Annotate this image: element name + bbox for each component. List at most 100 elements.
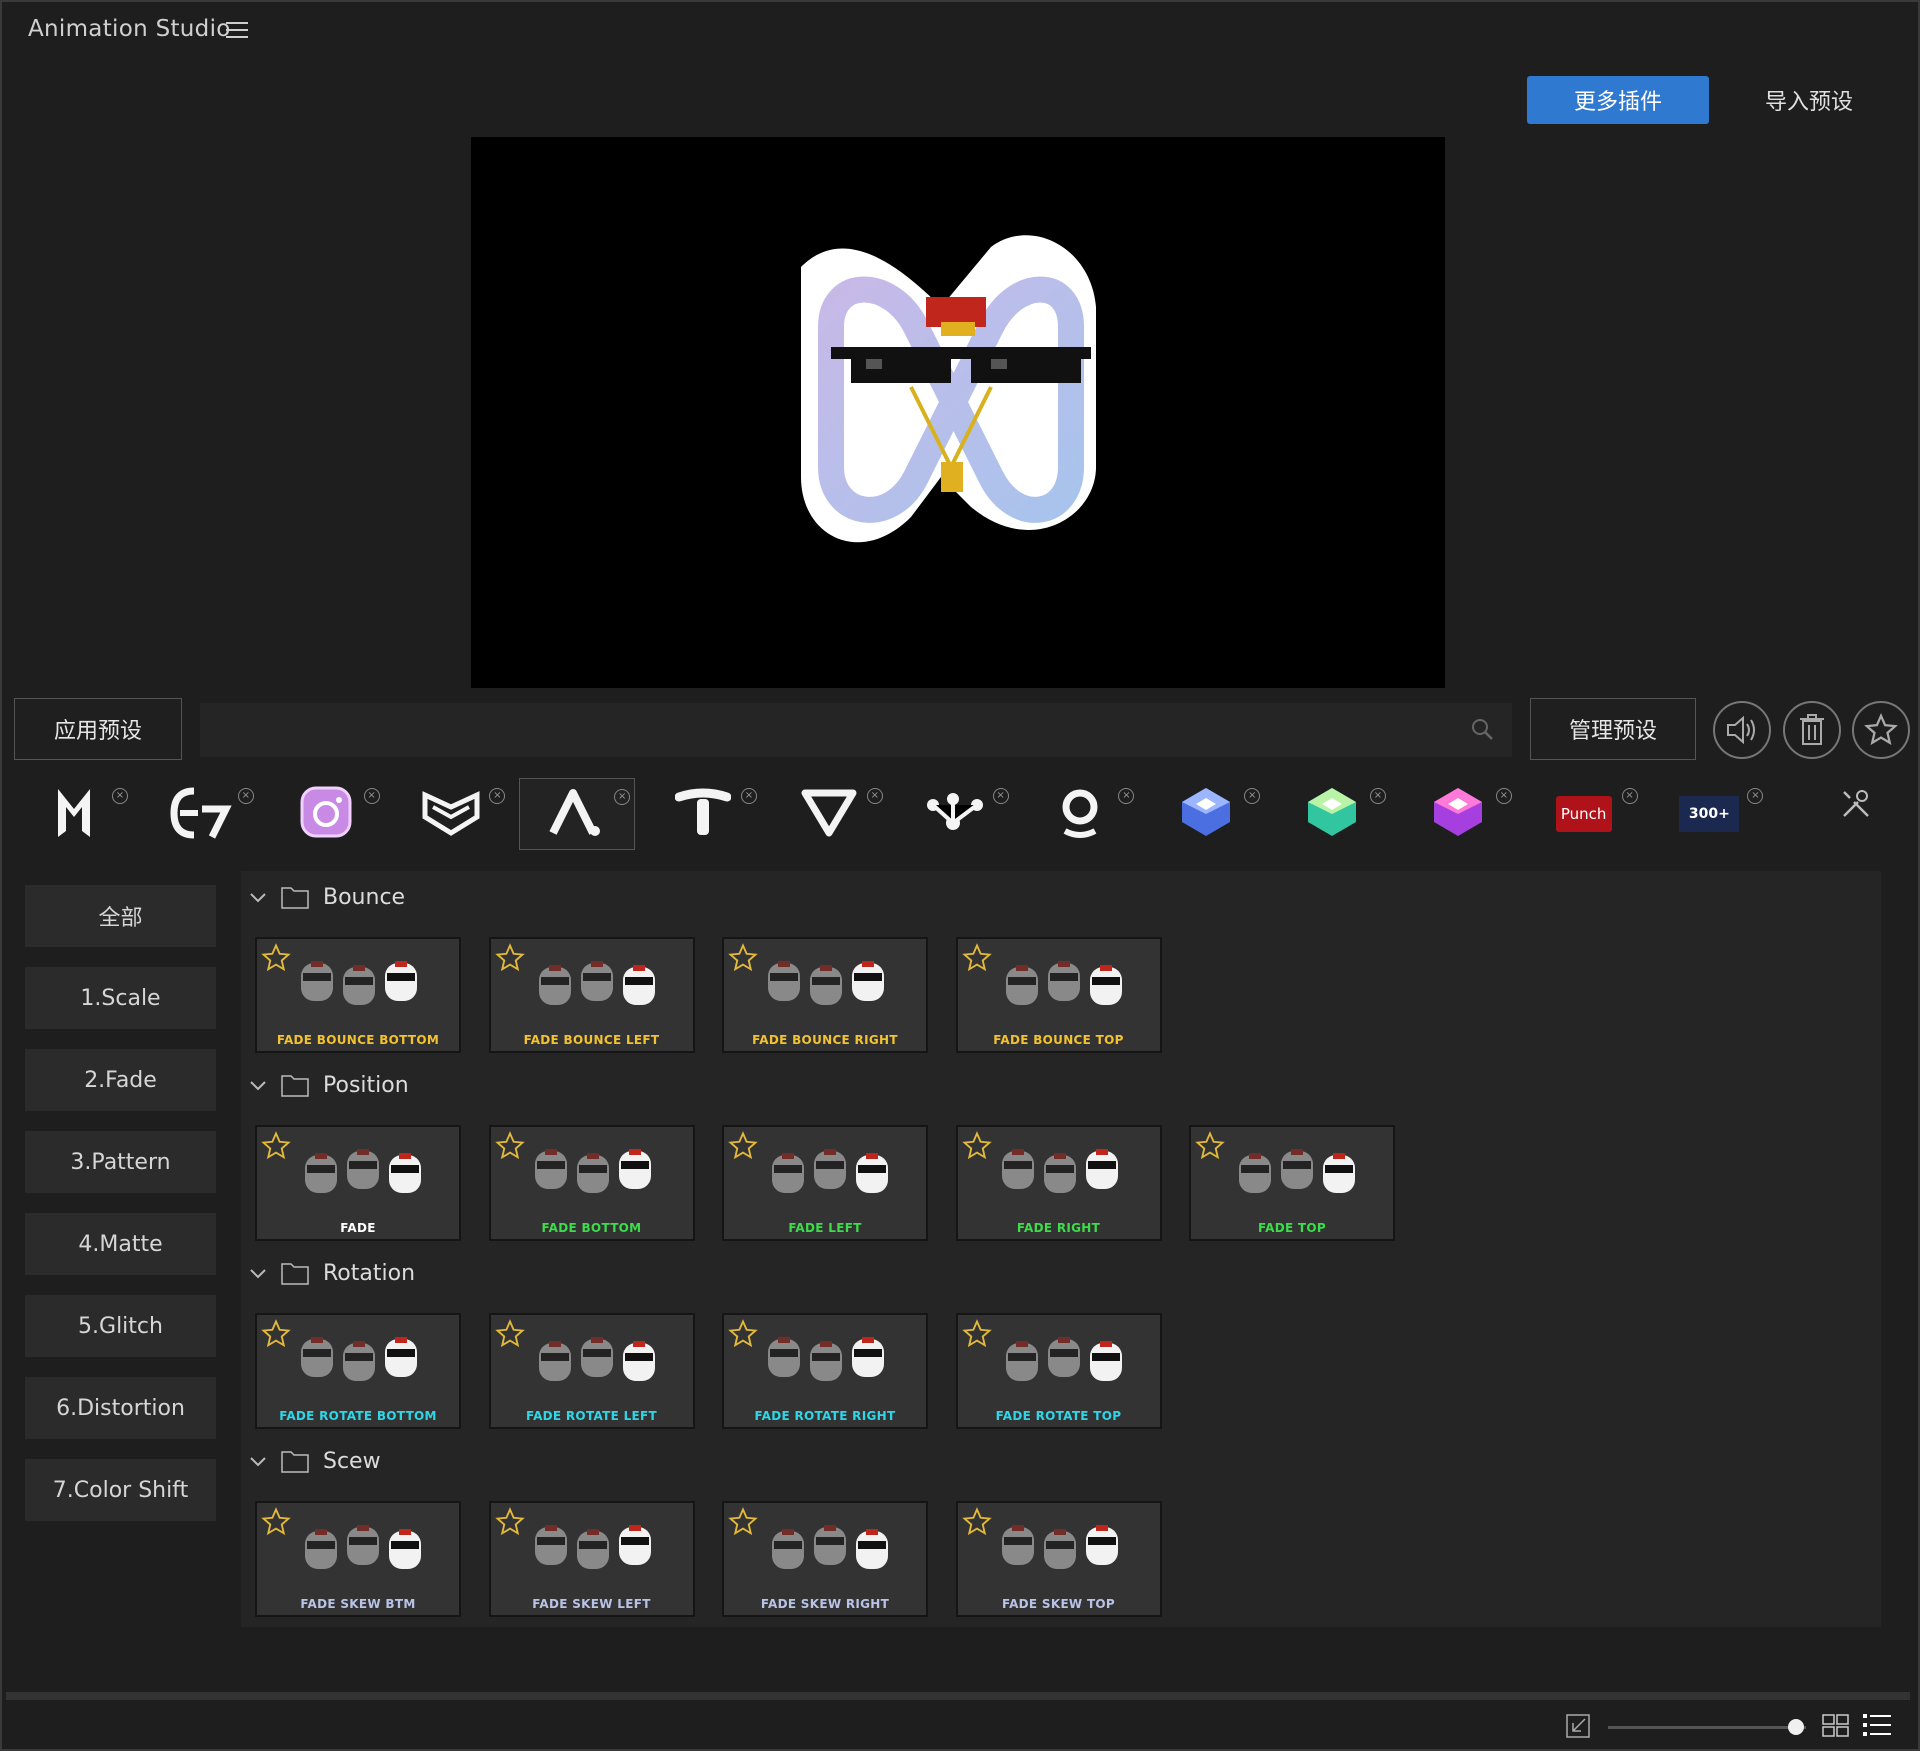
plugin-tab-blue-cube[interactable]: × <box>1148 778 1264 850</box>
star-icon[interactable] <box>728 1131 758 1161</box>
category-item[interactable]: 4.Matte <box>25 1213 216 1275</box>
favorite-button[interactable] <box>1852 701 1910 759</box>
star-icon[interactable] <box>261 1319 291 1349</box>
star-icon[interactable] <box>961 1131 992 1161</box>
plugin-tab-nodes-logo[interactable]: × <box>897 778 1013 850</box>
plugin-tab-camera-logo[interactable]: × <box>268 778 384 850</box>
category-item[interactable]: 2.Fade <box>25 1049 216 1111</box>
list-view-icon[interactable] <box>1862 1712 1892 1738</box>
group-header[interactable]: Scew <box>249 1445 381 1477</box>
star-icon[interactable] <box>261 1507 291 1537</box>
category-item[interactable]: 6.Distortion <box>25 1377 216 1439</box>
preset-card[interactable]: FADE BOUNCE TOP <box>955 937 1162 1053</box>
preset-card[interactable]: FADE ROTATE TOP <box>955 1313 1162 1429</box>
preset-label: FADE <box>340 1221 376 1235</box>
plugin-tab-a-logo[interactable]: × <box>519 778 636 850</box>
search-input[interactable] <box>200 703 1512 757</box>
preset-card[interactable]: FADE ROTATE LEFT <box>488 1313 695 1429</box>
preset-card[interactable]: FADE BOUNCE BOTTOM <box>255 937 461 1053</box>
preset-card[interactable]: FADE BOUNCE LEFT <box>488 937 695 1053</box>
star-icon[interactable] <box>1195 1131 1225 1161</box>
close-icon[interactable]: × <box>1747 788 1764 804</box>
chevron-down-icon[interactable] <box>249 888 267 906</box>
plugin-tab-purple-cube[interactable]: × <box>1400 778 1516 850</box>
nodes-logo-icon <box>923 789 987 839</box>
plugin-tab-300-transitions[interactable]: 300+ × <box>1651 778 1767 850</box>
close-icon[interactable]: × <box>1370 788 1386 804</box>
plugin-tab-m-logo[interactable]: × <box>16 778 132 850</box>
star-icon[interactable] <box>494 1131 525 1161</box>
preset-card[interactable]: FADE RIGHT <box>955 1125 1162 1241</box>
group-header[interactable]: Position <box>249 1069 409 1101</box>
preset-card[interactable]: FADE SKEW RIGHT <box>722 1501 928 1617</box>
preset-card[interactable]: FADE SKEW TOP <box>955 1501 1162 1617</box>
star-icon[interactable] <box>961 1507 992 1537</box>
star-icon[interactable] <box>728 1507 758 1537</box>
zoom-slider-handle[interactable] <box>1788 1719 1805 1735</box>
grid-view-icon[interactable] <box>1822 1714 1850 1738</box>
plugin-tab-e7-logo[interactable]: × <box>142 778 258 850</box>
close-icon[interactable]: × <box>1118 788 1135 804</box>
search-icon[interactable] <box>1470 717 1494 741</box>
shrink-icon[interactable] <box>1565 1713 1591 1739</box>
preset-card[interactable]: FADE SKEW LEFT <box>488 1501 695 1617</box>
group-header[interactable]: Rotation <box>249 1257 415 1289</box>
preset-card[interactable]: FADE SKEW BTM <box>255 1501 461 1617</box>
star-icon[interactable] <box>261 943 291 973</box>
close-icon[interactable]: × <box>112 788 128 804</box>
preset-card[interactable]: FADE ROTATE BOTTOM <box>255 1313 461 1429</box>
apply-preset-button[interactable]: 应用预设 <box>14 698 182 760</box>
close-icon[interactable]: × <box>614 789 631 805</box>
close-icon[interactable]: × <box>992 788 1009 804</box>
delete-button[interactable] <box>1783 701 1841 759</box>
blue-cube-icon <box>1176 782 1236 846</box>
horizontal-scrollbar[interactable] <box>6 1692 1910 1700</box>
star-icon[interactable] <box>961 943 992 973</box>
close-icon[interactable]: × <box>1244 788 1261 804</box>
manage-presets-button[interactable]: 管理预设 <box>1530 698 1696 760</box>
close-icon[interactable]: × <box>866 788 883 804</box>
close-icon[interactable]: × <box>489 788 506 804</box>
category-item[interactable]: 全部 <box>25 885 216 947</box>
plugin-tab-ring-logo[interactable]: × <box>1022 778 1138 850</box>
group-name: Scew <box>323 1448 381 1474</box>
star-icon[interactable] <box>728 1319 758 1349</box>
preset-card[interactable]: FADE <box>255 1125 461 1241</box>
import-preset-button[interactable]: 导入预设 <box>1744 76 1874 124</box>
preset-card[interactable]: FADE LEFT <box>722 1125 928 1241</box>
300-transitions-icon: 300+ <box>1679 796 1740 832</box>
star-icon[interactable] <box>494 943 525 973</box>
chevron-down-icon[interactable] <box>249 1264 267 1282</box>
preset-card[interactable]: FADE BOTTOM <box>488 1125 695 1241</box>
category-item[interactable]: 1.Scale <box>25 967 216 1029</box>
preset-card[interactable]: FADE BOUNCE RIGHT <box>722 937 928 1053</box>
star-icon[interactable] <box>494 1507 525 1537</box>
chevron-down-icon[interactable] <box>249 1452 267 1470</box>
zoom-slider[interactable] <box>1608 1726 1806 1729</box>
more-plugins-button[interactable]: 更多插件 <box>1527 76 1709 124</box>
category-item[interactable]: 5.Glitch <box>25 1295 216 1357</box>
tools-icon[interactable] <box>1840 788 1872 820</box>
close-icon[interactable]: × <box>237 788 254 804</box>
close-icon[interactable]: × <box>363 788 380 804</box>
volume-button[interactable] <box>1713 701 1771 759</box>
chevron-down-icon[interactable] <box>249 1076 267 1094</box>
hamburger-menu-icon[interactable] <box>226 22 248 40</box>
star-icon[interactable] <box>961 1319 992 1349</box>
star-icon[interactable] <box>494 1319 525 1349</box>
category-item[interactable]: 7.Color Shift <box>25 1459 216 1521</box>
star-icon[interactable] <box>728 943 758 973</box>
close-icon[interactable]: × <box>1621 788 1638 804</box>
plugin-tab-green-cube[interactable]: × <box>1274 778 1390 850</box>
group-header[interactable]: Bounce <box>249 881 405 913</box>
star-icon[interactable] <box>261 1131 291 1161</box>
close-icon[interactable]: × <box>741 788 757 804</box>
preset-card[interactable]: FADE ROTATE RIGHT <box>722 1313 928 1429</box>
plugin-tab-punch-logo[interactable]: Punch × <box>1526 778 1642 850</box>
plugin-tab-t-logo[interactable]: × <box>645 778 761 850</box>
category-item[interactable]: 3.Pattern <box>25 1131 216 1193</box>
preset-card[interactable]: FADE TOP <box>1189 1125 1395 1241</box>
plugin-tab-v-logo[interactable]: × <box>771 778 887 850</box>
plugin-tab-shield-logo[interactable]: × <box>393 778 509 850</box>
close-icon[interactable]: × <box>1495 788 1512 804</box>
